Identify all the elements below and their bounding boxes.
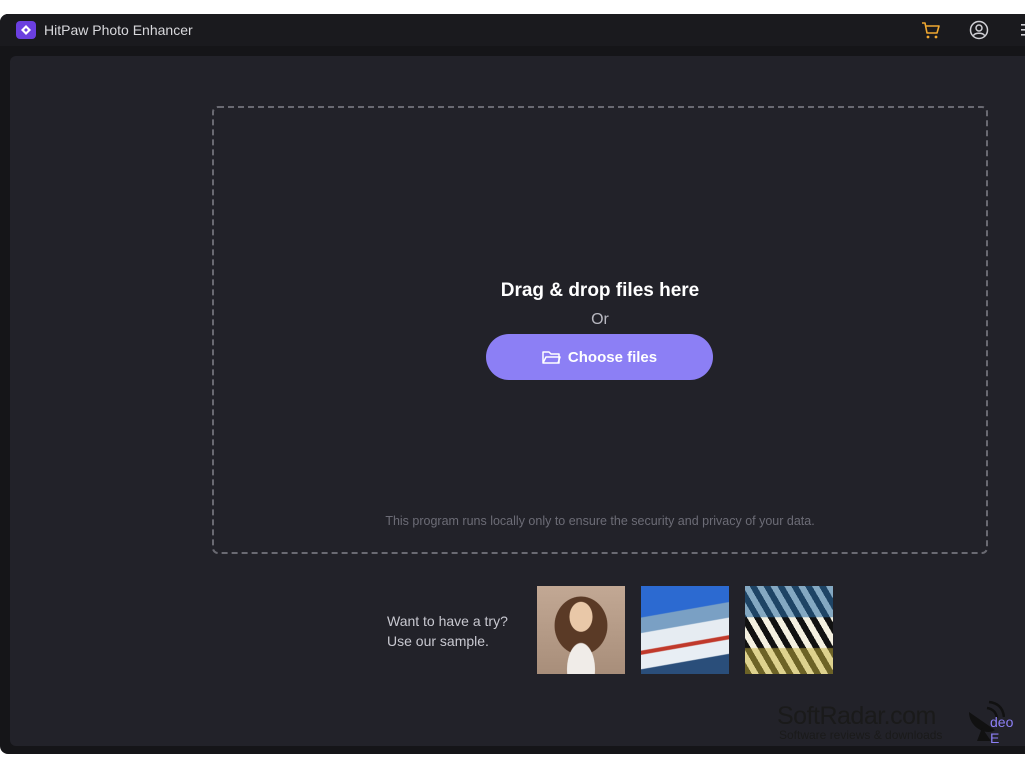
sample-prompt-line1: Want to have a try? xyxy=(387,613,508,629)
video-enhancer-link[interactable]: deo E xyxy=(990,714,1025,746)
title-bar: HitPaw Photo Enhancer xyxy=(0,14,1025,46)
app-logo-icon xyxy=(16,21,36,39)
watermark: SoftRadar.com Software reviews & downloa… xyxy=(777,703,942,741)
sample-image-landscape[interactable] xyxy=(641,586,729,674)
drop-title: Drag & drop files here xyxy=(500,280,700,301)
privacy-note: This program runs locally only to ensure… xyxy=(385,514,815,528)
sample-image-fish[interactable] xyxy=(745,586,833,674)
or-label: Or xyxy=(591,311,609,328)
watermark-brand: SoftRadar.com xyxy=(777,702,936,730)
sample-prompt: Want to have a try? Use our sample. xyxy=(387,611,508,651)
app-title: HitPaw Photo Enhancer xyxy=(44,22,193,38)
drop-zone[interactable]: Drag & drop files here Or Choose files T… xyxy=(212,106,988,554)
watermark-tagline: Software reviews & downloads xyxy=(779,728,943,742)
menu-icon[interactable] xyxy=(1017,20,1025,40)
account-icon[interactable] xyxy=(969,20,989,40)
app-window: HitPaw Photo Enhancer Drag & drop files … xyxy=(0,14,1025,754)
main-content: Drag & drop files here Or Choose files T… xyxy=(10,56,1025,746)
sample-image-portrait[interactable] xyxy=(537,586,625,674)
choose-files-label: Choose files xyxy=(567,348,658,366)
folder-icon xyxy=(542,350,561,364)
cart-icon[interactable] xyxy=(921,20,941,40)
sample-prompt-line2: Use our sample. xyxy=(387,633,489,649)
choose-files-button[interactable]: Choose files xyxy=(486,334,713,380)
